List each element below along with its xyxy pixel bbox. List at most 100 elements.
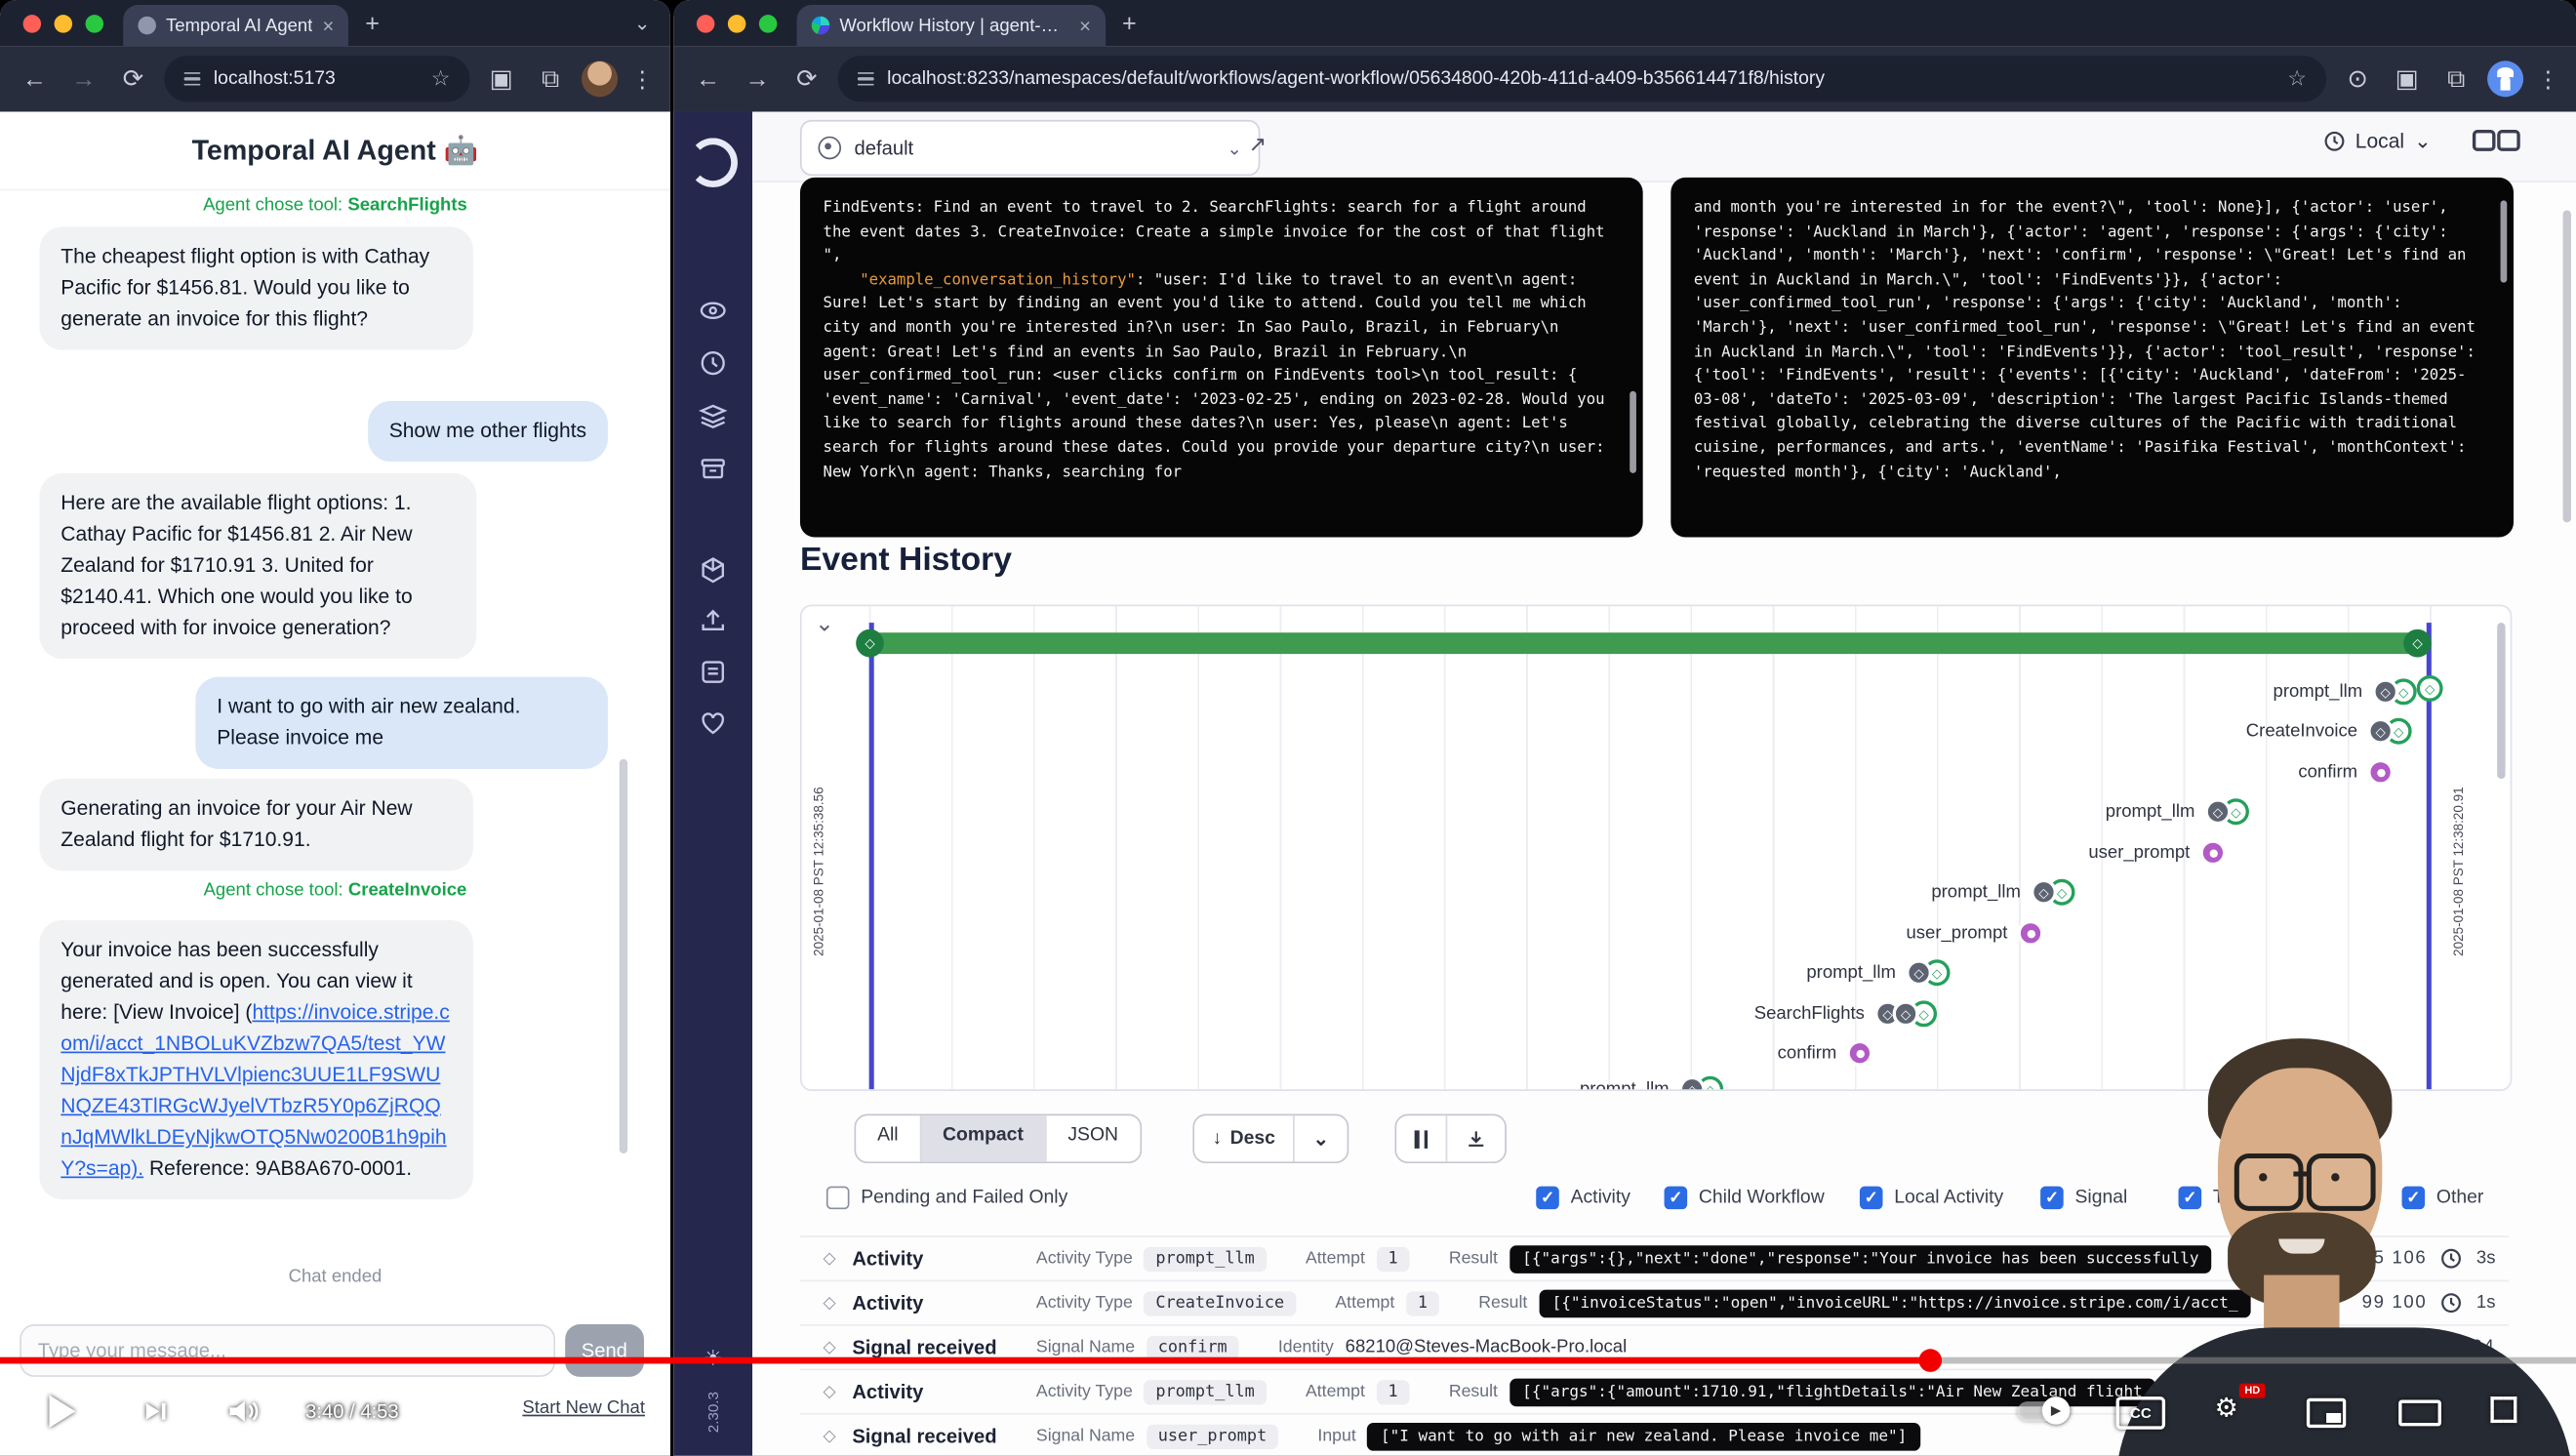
browser-menu-icon[interactable]: ⋮ — [631, 65, 655, 94]
bookmark-star-icon[interactable]: ☆ — [2287, 65, 2307, 92]
checkbox-checked[interactable] — [1665, 1187, 1688, 1210]
timeline-event[interactable]: confirm — [1778, 1036, 1873, 1070]
back-button[interactable]: ← — [690, 65, 726, 94]
timeline-event[interactable]: user_prompt — [2088, 836, 2226, 870]
tab-temporal-ai-agent[interactable]: Temporal AI Agent × — [123, 5, 348, 46]
batch-icon[interactable] — [699, 401, 728, 430]
workflows-icon[interactable] — [699, 296, 728, 325]
event-ids[interactable]: 94 — [2473, 1338, 2496, 1357]
profile-avatar[interactable] — [582, 61, 618, 97]
checkbox-checked[interactable] — [2040, 1187, 2064, 1210]
filter-child-workflow[interactable]: Child Workflow — [1665, 1187, 1825, 1210]
temporal-logo-icon[interactable] — [688, 138, 738, 187]
tab-close-icon[interactable]: × — [1079, 14, 1091, 37]
address-bar[interactable]: localhost:8233/namespaces/default/workfl… — [838, 56, 2326, 101]
timeline-event[interactable]: prompt_llm — [1580, 1072, 1723, 1091]
event-row[interactable]: Activity Activity Type prompt_llm Attemp… — [800, 1370, 2509, 1414]
docs-icon[interactable] — [699, 657, 728, 686]
tab-all[interactable]: All — [856, 1115, 919, 1161]
schedules-icon[interactable] — [699, 348, 728, 378]
namespace-select[interactable]: default ⌄ — [800, 120, 1260, 176]
bookmark-star-icon[interactable]: ☆ — [431, 65, 451, 92]
filter-signal[interactable]: Signal — [2040, 1187, 2127, 1210]
event-ids[interactable]: 105 106 — [2351, 1249, 2428, 1269]
side-panel-icon[interactable]: ▣ — [483, 64, 519, 94]
minimize-window-button[interactable] — [728, 14, 746, 32]
event-ids[interactable]: 99 100 — [2362, 1293, 2428, 1313]
extensions-icon[interactable]: ⧉ — [2438, 65, 2475, 94]
feedback-heart-icon[interactable] — [699, 708, 728, 738]
tab-search-icon[interactable]: ⌄ — [634, 12, 651, 35]
workflow-end-marker[interactable] — [2403, 629, 2432, 658]
tab-json[interactable]: JSON — [1045, 1115, 1140, 1161]
timeline-event[interactable]: prompt_llm — [2106, 795, 2249, 829]
new-tab-button[interactable]: + — [365, 9, 380, 37]
filter-local-activity[interactable]: Local Activity — [1860, 1187, 2003, 1210]
expand-icon[interactable] — [824, 1294, 836, 1313]
timeline-scrollbar[interactable] — [2497, 623, 2505, 779]
checkbox-checked[interactable] — [1860, 1187, 1883, 1210]
start-new-chat-link[interactable]: Start New Chat — [522, 1398, 645, 1418]
checkbox-checked[interactable] — [2179, 1187, 2202, 1210]
site-settings-icon[interactable] — [858, 72, 874, 86]
send-button[interactable]: Send — [565, 1324, 644, 1377]
checkbox-checked[interactable] — [2402, 1187, 2426, 1210]
timeline-event[interactable]: CreateInvoice — [2246, 714, 2412, 748]
chat-scrollbar[interactable] — [620, 759, 627, 1153]
tab-compact[interactable]: Compact — [919, 1115, 1044, 1161]
message-input[interactable] — [20, 1324, 554, 1377]
region-selector[interactable]: Local ⌄ — [2322, 128, 2432, 152]
extensions-icon[interactable]: ⧉ — [533, 65, 569, 94]
filter-activity[interactable]: Activity — [1536, 1187, 1630, 1210]
timeline-event[interactable]: SearchFlights — [1754, 997, 1937, 1031]
site-settings-icon[interactable] — [184, 72, 201, 86]
result-payload[interactable]: [{"args":{"amount":1710.91,"flightDetail… — [1509, 1378, 2156, 1406]
workflow-start-marker[interactable] — [856, 629, 884, 658]
back-button[interactable]: ← — [17, 65, 53, 94]
timeline-collapse-icon[interactable]: ⌄ — [815, 610, 834, 638]
open-namespace-icon[interactable]: ↗ — [1249, 132, 1267, 158]
reload-button[interactable]: ⟳ — [115, 64, 151, 94]
workflow-result-code[interactable]: and month you're interested in for the e… — [1670, 178, 2514, 538]
expand-icon[interactable] — [824, 1427, 836, 1445]
result-payload[interactable]: [{"args":{},"next":"done","response":"Yo… — [1509, 1244, 2212, 1273]
expand-icon[interactable] — [824, 1383, 836, 1401]
input-payload[interactable]: ["I want to go with air new zealand. Ple… — [1368, 1422, 1920, 1450]
filter-timer[interactable]: Timer — [2179, 1187, 2261, 1210]
invoice-link[interactable]: https://invoice.stripe.com/i/acct_1NBOLu… — [60, 1000, 450, 1180]
result-payload[interactable]: [{"invoiceStatus":"open","invoiceURL":"h… — [1539, 1289, 2251, 1317]
theme-toggle-icon[interactable]: ☀ — [704, 1346, 723, 1372]
sort-desc-button[interactable]: ↓Desc — [1194, 1115, 1293, 1161]
code-scrollbar[interactable] — [2501, 200, 2508, 282]
timeline-event[interactable]: user_prompt — [1906, 916, 2043, 950]
browser-menu-icon[interactable]: ⋮ — [2537, 65, 2560, 94]
expand-icon[interactable] — [824, 1338, 836, 1356]
download-button[interactable] — [1446, 1115, 1506, 1161]
filter-other[interactable]: Other — [2402, 1187, 2484, 1210]
sort-dropdown-button[interactable]: ⌄ — [1293, 1115, 1347, 1161]
password-manager-icon[interactable]: ⊙ — [2340, 64, 2376, 94]
event-row[interactable]: Signal received Signal Name confirm Iden… — [800, 1326, 2509, 1370]
timeline-event[interactable]: prompt_llm — [1806, 956, 1950, 990]
minimize-window-button[interactable] — [55, 14, 73, 32]
event-row[interactable]: Activity Activity Type prompt_llm Attemp… — [800, 1237, 2509, 1281]
address-bar[interactable]: localhost:5173 ☆ — [164, 56, 469, 101]
zoom-window-button[interactable] — [86, 14, 104, 32]
checkbox-unchecked[interactable] — [826, 1187, 850, 1210]
code-scrollbar[interactable] — [1630, 391, 1636, 473]
event-row[interactable]: Activity Activity Type CreateInvoice Att… — [800, 1281, 2509, 1325]
pause-button[interactable] — [1396, 1115, 1446, 1161]
expand-icon[interactable] — [824, 1249, 836, 1268]
workflow-execution-bar[interactable] — [869, 632, 2430, 654]
tab-workflow-history[interactable]: Workflow History | agent-wor × — [797, 5, 1107, 46]
profile-avatar[interactable] — [2487, 61, 2523, 97]
labs-toggle-icon[interactable] — [2473, 130, 2520, 151]
timeline-event[interactable]: confirm — [2298, 755, 2394, 789]
event-row[interactable]: Signal received Signal Name user_prompt … — [800, 1415, 2509, 1456]
forward-button[interactable]: → — [65, 65, 101, 94]
timeline-event[interactable]: prompt_llm — [2274, 675, 2417, 708]
tab-close-icon[interactable]: × — [322, 14, 334, 37]
checkbox-checked[interactable] — [1536, 1187, 1559, 1210]
workflow-input-code[interactable]: FindEvents: Find an event to travel to 2… — [800, 178, 1643, 538]
filter-pending-failed[interactable]: Pending and Failed Only — [826, 1187, 1067, 1210]
